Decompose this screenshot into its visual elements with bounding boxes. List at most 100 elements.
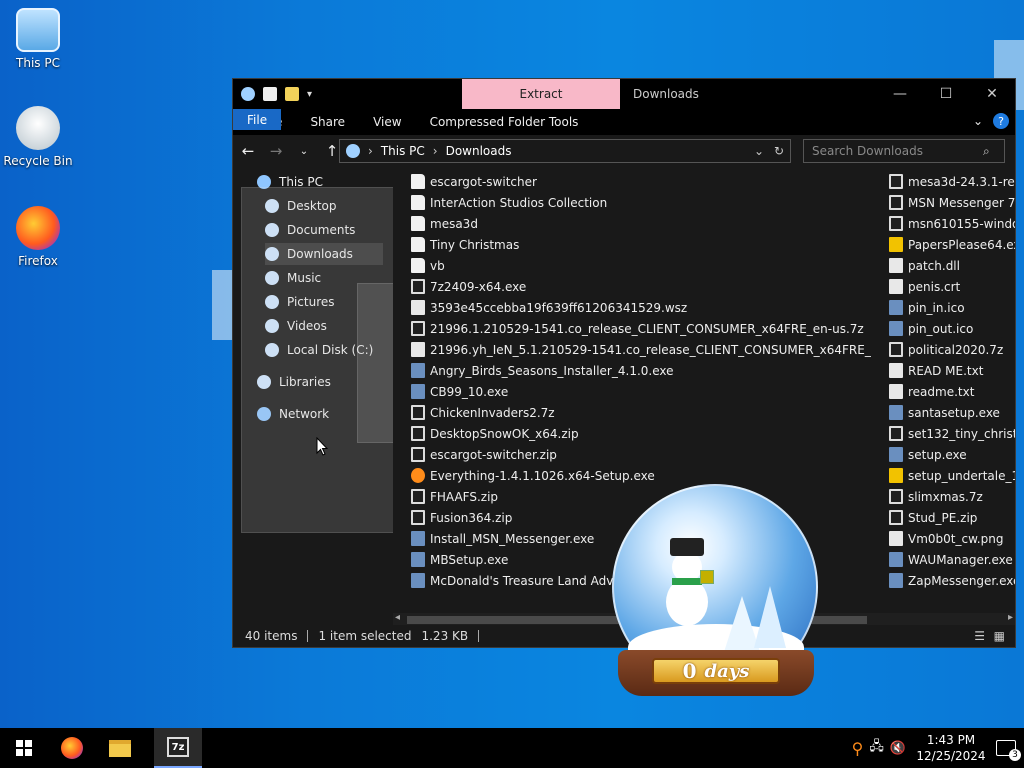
desktop-icon-recycle-bin[interactable]: Recycle Bin <box>0 106 76 168</box>
maximize-button[interactable]: ☐ <box>923 79 969 109</box>
file-item[interactable]: escargot-switcher <box>411 171 871 192</box>
large-icons-view-icon[interactable]: ▦ <box>994 629 1005 643</box>
tab-view[interactable]: View <box>359 109 415 135</box>
file-item[interactable]: Stud_PE.zip <box>889 507 1015 528</box>
file-item[interactable]: setup_undertale_1.08 <box>889 465 1015 486</box>
back-arrow-icon[interactable]: ← <box>239 142 257 160</box>
close-button[interactable]: ✕ <box>969 79 1015 109</box>
tab-file[interactable]: File <box>233 109 282 130</box>
file-item[interactable]: mesa3d <box>411 213 871 234</box>
help-icon[interactable]: ? <box>993 113 1009 129</box>
file-item[interactable]: msn610155-windows <box>889 213 1015 234</box>
tab-compressed-folder-tools[interactable]: Compressed Folder Tools <box>416 109 593 135</box>
file-item[interactable]: santasetup.exe <box>889 402 1015 423</box>
file-item[interactable]: escargot-switcher.zip <box>411 444 871 465</box>
file-item[interactable]: slimxmas.7z <box>889 486 1015 507</box>
chevron-down-icon[interactable]: ▾ <box>307 89 312 100</box>
days-count: 0 <box>682 659 697 683</box>
file-item[interactable]: DesktopSnowOK_x64.zip <box>411 423 871 444</box>
breadcrumb-this-pc[interactable]: This PC <box>381 144 425 158</box>
taskbar-file-explorer[interactable] <box>96 728 144 768</box>
address-bar[interactable]: › This PC › Downloads ⌄ ↻ <box>339 139 791 163</box>
taskbar-firefox[interactable] <box>48 728 96 768</box>
file-item[interactable]: InterAction Studios Collection <box>411 192 871 213</box>
application-icon <box>889 405 903 420</box>
new-folder-icon[interactable] <box>285 87 299 101</box>
scroll-right-icon[interactable]: ▸ <box>1008 612 1013 623</box>
archive-icon <box>411 321 425 336</box>
search-tray-icon[interactable]: ⚲ <box>852 739 864 758</box>
file-name: MSN Messenger 7.0.0 <box>908 195 1015 210</box>
expand-ribbon-icon[interactable]: ⌄ <box>973 114 983 128</box>
file-item[interactable]: vb <box>411 255 871 276</box>
file-item[interactable]: WAUManager.exe <box>889 549 1015 570</box>
desktop-icon-firefox[interactable]: Firefox <box>0 206 76 268</box>
breadcrumb-downloads[interactable]: Downloads <box>446 144 512 158</box>
archive-icon <box>411 489 425 504</box>
refresh-icon[interactable]: ↻ <box>774 144 784 158</box>
file-item[interactable]: FHAAFS.zip <box>411 486 871 507</box>
tree-icon <box>754 586 786 648</box>
action-center-icon[interactable]: 3 <box>996 740 1021 761</box>
search-input[interactable]: Search Downloads <box>803 139 1005 163</box>
minimize-button[interactable]: — <box>877 79 923 109</box>
volume-muted-icon[interactable]: 🔇 <box>890 741 906 756</box>
file-name: 21996.1.210529-1541.co_release_CLIENT_CO… <box>430 321 864 336</box>
file-item[interactable]: 21996.1.210529-1541.co_release_CLIENT_CO… <box>411 318 871 339</box>
breadcrumb-separator-icon[interactable]: › <box>368 144 373 158</box>
file-item[interactable]: mesa3d-24.3.1-releas <box>889 171 1015 192</box>
application-icon <box>411 384 425 399</box>
everything-app-icon <box>411 468 425 483</box>
properties-icon[interactable] <box>263 87 277 101</box>
recent-locations-icon[interactable]: ⌄ <box>295 146 313 157</box>
file-name: CB99_10.exe <box>430 384 509 399</box>
clock[interactable]: 1:43 PM 12/25/2024 <box>912 732 990 764</box>
title-bar[interactable]: ▾ Extract Downloads — ☐ ✕ <box>233 79 1015 109</box>
context-tab-extract[interactable]: Extract <box>462 79 620 109</box>
windows-logo-icon <box>16 740 32 756</box>
file-item[interactable]: set132_tiny_christma <box>889 423 1015 444</box>
details-view-icon[interactable]: ☰ <box>974 629 985 643</box>
forward-arrow-icon[interactable]: → <box>267 142 285 160</box>
file-item[interactable]: penis.crt <box>889 276 1015 297</box>
file-item[interactable]: 21996.yh_IeN_5.1.210529-1541.co_release_… <box>411 339 871 360</box>
file-item[interactable]: 7z2409-x64.exe <box>411 276 871 297</box>
network-tray-icon[interactable]: 🖧 <box>869 737 884 759</box>
taskbar-7zip[interactable]: 7z <box>154 728 202 768</box>
file-item[interactable]: Tiny Christmas <box>411 234 871 255</box>
start-button[interactable] <box>0 728 48 768</box>
tab-share[interactable]: Share <box>296 109 359 135</box>
file-item[interactable]: READ ME.txt <box>889 360 1015 381</box>
address-dropdown-icon[interactable]: ⌄ <box>754 144 764 158</box>
desktop-icon-label: Firefox <box>18 254 58 268</box>
file-item[interactable]: Vm0b0t_cw.png <box>889 528 1015 549</box>
file-item[interactable]: CB99_10.exe <box>411 381 871 402</box>
file-name: ZapMessenger.exe <box>908 573 1015 588</box>
folder-icon <box>411 195 425 210</box>
file-item[interactable]: pin_in.ico <box>889 297 1015 318</box>
file-item[interactable]: 3593e45ccebba19f639ff61206341529.wsz <box>411 297 871 318</box>
ribbon-tabs: File Home Share View Compressed Folder T… <box>233 109 1015 135</box>
file-item[interactable]: ChickenInvaders2.7z <box>411 402 871 423</box>
desktop-icon-this-pc[interactable]: This PC <box>0 8 76 70</box>
folder-icon <box>411 174 425 189</box>
file-item[interactable]: political2020.7z <box>889 339 1015 360</box>
file-item[interactable]: MSN Messenger 7.0.0 <box>889 192 1015 213</box>
application-icon <box>411 363 425 378</box>
file-item[interactable]: patch.dll <box>889 255 1015 276</box>
file-item[interactable]: PapersPlease64.exe <box>889 234 1015 255</box>
file-item[interactable]: pin_out.ico <box>889 318 1015 339</box>
gift-icon <box>700 570 714 584</box>
file-name: readme.txt <box>908 384 975 399</box>
archive-icon <box>889 342 903 357</box>
scroll-left-icon[interactable]: ◂ <box>395 612 400 623</box>
file-item[interactable]: setup.exe <box>889 444 1015 465</box>
file-item[interactable]: Everything-1.4.1.1026.x64-Setup.exe <box>411 465 871 486</box>
search-icon[interactable]: ⌕ <box>983 144 990 159</box>
file-item[interactable]: readme.txt <box>889 381 1015 402</box>
breadcrumb-separator-icon[interactable]: › <box>433 144 438 158</box>
file-item[interactable]: Angry_Birds_Seasons_Installer_4.1.0.exe <box>411 360 871 381</box>
document-icon <box>889 258 903 273</box>
file-item[interactable]: ZapMessenger.exe <box>889 570 1015 591</box>
snowman-icon <box>666 578 708 626</box>
